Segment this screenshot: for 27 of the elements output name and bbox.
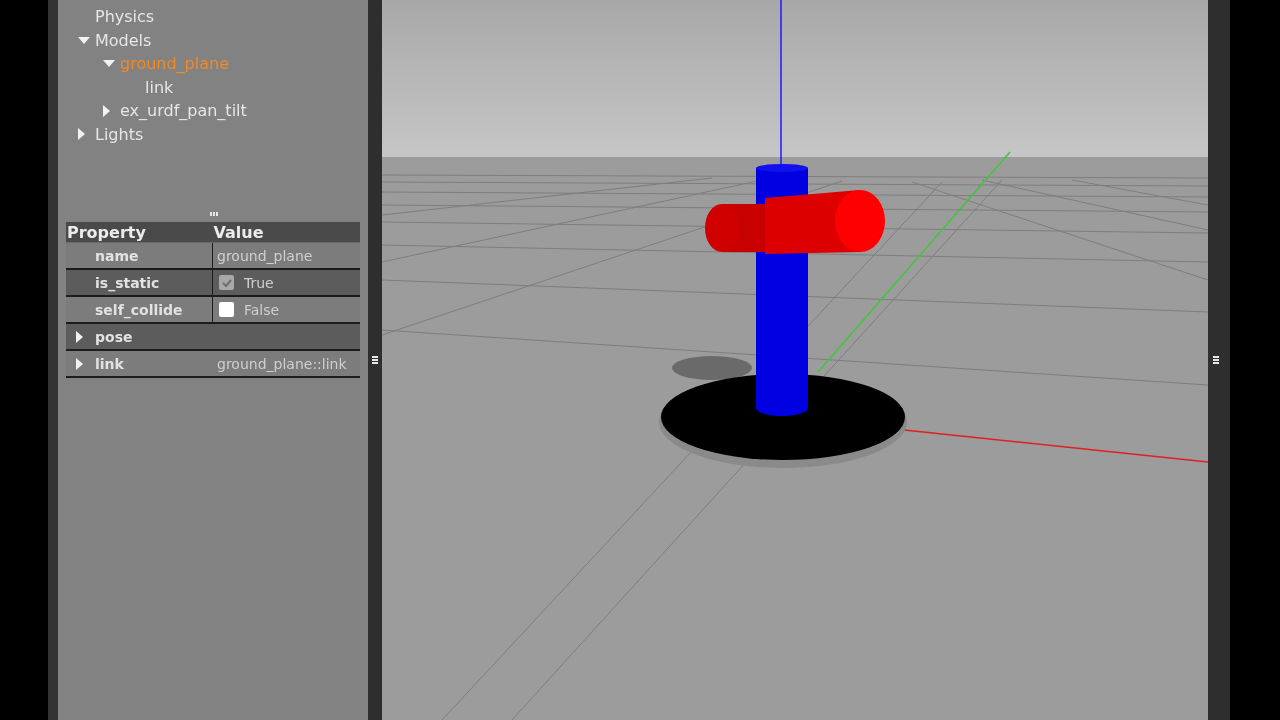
checkbox[interactable] — [219, 302, 234, 317]
property-name: name — [95, 247, 139, 264]
splitter-handle-icon[interactable] — [210, 212, 218, 216]
splitter-handle-icon[interactable] — [1213, 356, 1219, 364]
expand-arrow-icon[interactable] — [76, 330, 83, 343]
checkbox[interactable] — [219, 275, 234, 290]
property-name: pose — [95, 328, 133, 345]
collapse-arrow-icon[interactable] — [78, 36, 90, 44]
tree-item[interactable]: ex_urdf_pan_tilt — [120, 101, 247, 121]
tree-item[interactable]: link — [145, 77, 174, 97]
property-name: is_static — [95, 274, 160, 291]
property-name: self_collide — [95, 301, 183, 318]
expand-arrow-icon[interactable] — [78, 128, 85, 141]
column-header: Value — [213, 222, 265, 242]
property-value: True — [244, 274, 274, 291]
property-value: ground_plane — [217, 247, 313, 264]
property-value: ground_plane::link — [217, 355, 347, 372]
column-header: Property — [66, 222, 147, 242]
property-value: False — [244, 301, 280, 318]
property-name: link — [95, 355, 124, 372]
expand-arrow-icon[interactable] — [103, 104, 110, 117]
tree-item[interactable]: Models — [95, 30, 152, 50]
tree-item[interactable]: Physics — [95, 7, 155, 27]
tree-item[interactable]: Lights — [95, 124, 144, 144]
collapse-arrow-icon[interactable] — [103, 60, 115, 68]
expand-arrow-icon[interactable] — [76, 357, 83, 370]
splitter-handle-icon[interactable] — [372, 356, 378, 364]
